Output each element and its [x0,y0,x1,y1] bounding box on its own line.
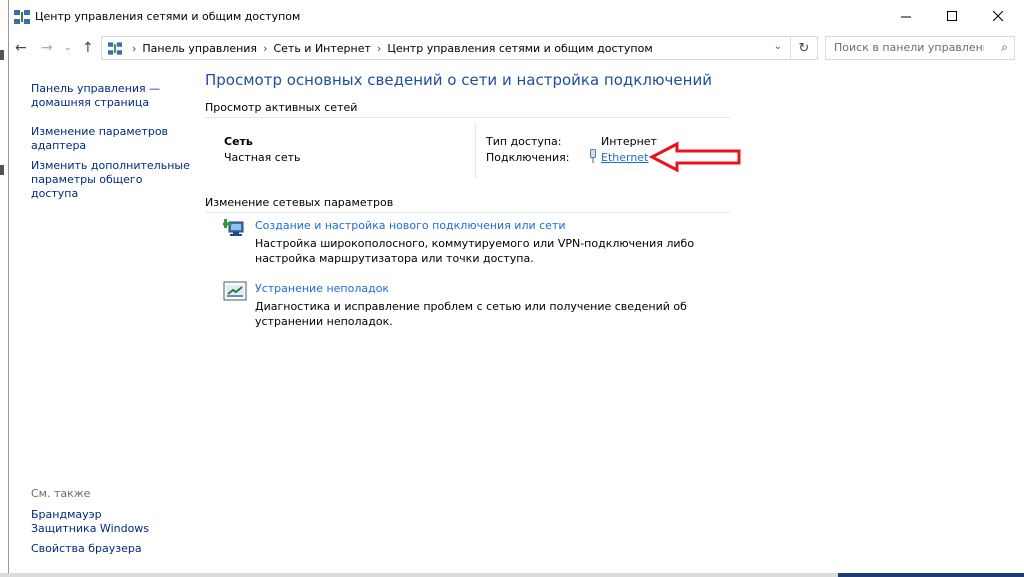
recent-locations-button[interactable]: ⌄ [64,43,72,53]
sidebar: Панель управления — домашняя страница Из… [9,70,191,570]
network-type-link[interactable]: Частная сеть [224,151,301,164]
title-bar: Центр управления сетями и общим доступом [9,0,1024,34]
new-connection-link[interactable]: Создание и настройка нового подключения … [255,219,566,232]
search-input[interactable] [832,40,986,55]
change-settings-header: Изменение сетевых параметров [205,196,394,209]
divider [205,212,730,213]
troubleshoot-description: Диагностика и исправление проблем с сеть… [255,300,687,328]
maximize-button[interactable] [929,0,975,32]
forward-button[interactable]: → [41,40,53,56]
new-connection-description: Настройка широкополосного, коммутируемог… [255,237,695,265]
minimize-icon [900,16,911,17]
sidebar-link-browser-properties[interactable]: Свойства браузера [31,542,191,556]
taskbar-edge [0,573,1024,577]
page-title: Просмотр основных сведений о сети и наст… [205,71,712,89]
arrow-left-icon: ← [15,40,27,56]
maximize-icon [946,10,957,21]
chevron-down-icon: ⌄ [64,43,72,53]
search-icon: ⌕ [1001,40,1008,54]
troubleshoot-icon [223,281,247,301]
access-type-label: Тип доступа: [486,135,562,148]
close-button[interactable] [975,0,1021,32]
connections-label: Подключения: [486,151,570,164]
sidebar-link-adapter-settings[interactable]: Изменение параметров адаптера [31,125,191,153]
active-networks-header: Просмотр активных сетей [205,101,358,114]
breadcrumb-network-internet[interactable]: Сеть и Интернет [273,42,370,55]
close-icon [992,10,1003,21]
minimize-button[interactable] [883,0,929,32]
address-dropdown-button[interactable]: ⌄ [774,41,782,52]
ethernet-icon [590,149,596,163]
divider [475,124,476,178]
ethernet-connection-link[interactable]: Ethernet [601,151,648,164]
network-icon [14,10,30,24]
see-also-label: См. также [31,487,91,500]
control-panel-icon [108,42,122,55]
up-button[interactable]: ↑ [82,40,94,56]
window-title: Центр управления сетями и общим доступом [35,10,301,23]
background-left-strip [0,0,8,577]
sidebar-link-home[interactable]: Панель управления — домашняя страница [31,82,191,110]
new-connection-icon [223,219,244,236]
breadcrumb-control-panel[interactable]: Панель управления [142,42,257,55]
sidebar-link-firewall[interactable]: Брандмауэр Защитника Windows [31,508,161,536]
back-button[interactable]: ← [15,40,27,56]
network-name: Сеть [224,135,253,148]
arrow-right-icon: → [41,40,53,56]
annotation-arrow-icon [649,141,741,173]
address-bar[interactable]: › Панель управления › Сеть и Интернет › … [101,36,791,60]
chevron-down-icon: ⌄ [773,41,782,52]
arrow-up-icon: ↑ [82,40,94,56]
search-box: ⌕ [825,36,1015,60]
breadcrumb: › Панель управления › Сеть и Интернет › … [132,42,653,55]
troubleshoot-link[interactable]: Устранение неполадок [255,282,389,295]
refresh-icon: ↻ [798,40,810,56]
divider [205,117,730,118]
network-center-window: Центр управления сетями и общим доступом… [8,0,1024,573]
address-row: ← → ⌄ ↑ › Панель управления › Сеть и Инт… [9,36,1024,62]
breadcrumb-network-center[interactable]: Центр управления сетями и общим доступом [387,42,652,55]
refresh-button[interactable]: ↻ [790,36,818,60]
sidebar-link-sharing-settings[interactable]: Изменить дополнительные параметры общего… [31,159,191,201]
